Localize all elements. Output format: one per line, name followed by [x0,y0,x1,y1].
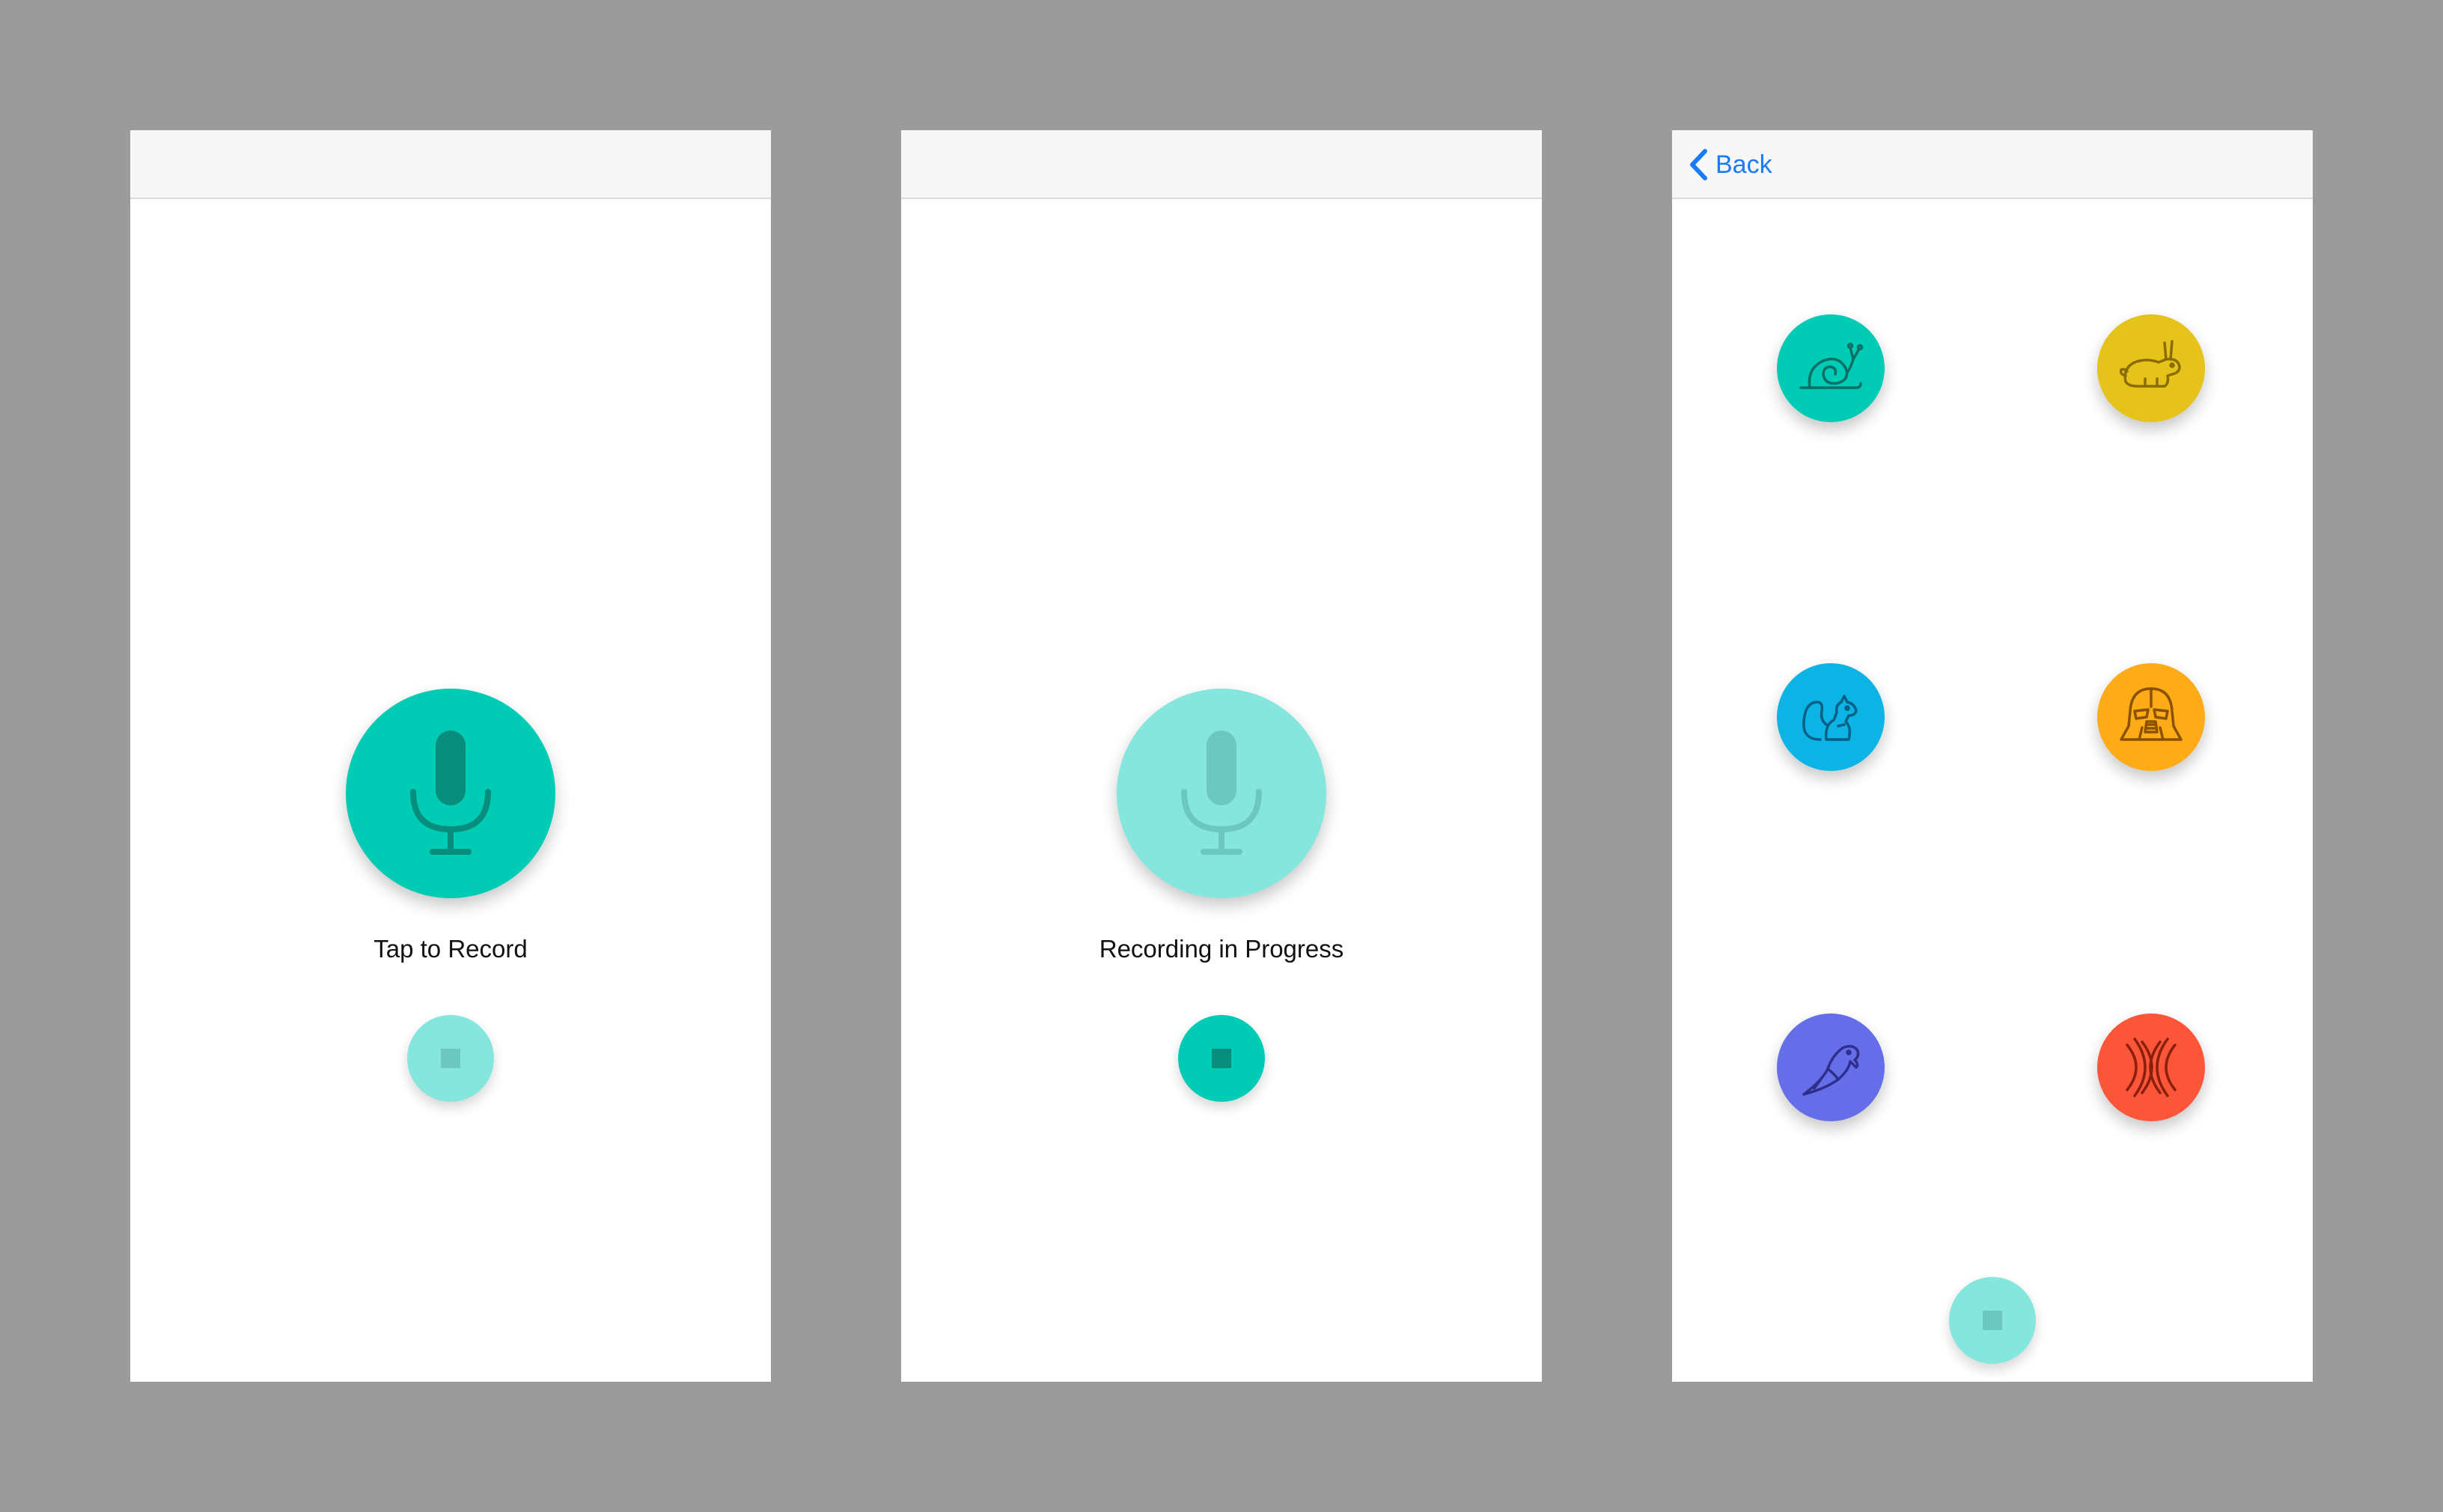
record-status-label: Recording in Progress [1099,935,1344,963]
back-button[interactable]: Back [1689,147,1772,183]
stop-icon [441,1049,460,1068]
microphone-icon [1181,731,1262,855]
stop-button[interactable] [1949,1277,2036,1364]
snail-effect-button[interactable] [1777,314,1885,422]
rabbit-effect-button[interactable] [2097,314,2205,422]
stop-button[interactable] [1178,1015,1265,1102]
chipmunk-effect-button[interactable] [1777,663,1885,771]
record-button[interactable] [1117,689,1326,898]
snail-icon [1799,342,1864,389]
rabbit-icon [2119,340,2181,388]
stop-icon [1212,1049,1231,1068]
navigation-bar: Back [1672,130,2313,199]
microphone-icon [410,731,491,855]
parrot-effect-button[interactable] [1777,1013,1885,1121]
navigation-bar [130,130,771,199]
darth-vader-effect-button[interactable] [2097,663,2205,771]
stop-icon [1983,1311,2002,1330]
screen-play-effects: Back [1672,130,2313,1382]
back-label: Back [1715,150,1772,179]
echo-icon [2126,1037,2177,1097]
echo-effect-button[interactable] [2097,1013,2205,1121]
record-button[interactable] [346,689,555,898]
chevron-left-icon [1690,149,1707,180]
squirrel-icon [1802,695,1858,741]
stop-button[interactable] [407,1015,494,1102]
navigation-bar [901,130,1542,199]
screen-tap-to-record: Tap to Record [130,130,771,1382]
record-status-label: Tap to Record [373,935,528,963]
screen-recording-in-progress: Recording in Progress [901,130,1542,1382]
darth-vader-icon [2120,687,2183,741]
parrot-icon [1802,1045,1860,1096]
